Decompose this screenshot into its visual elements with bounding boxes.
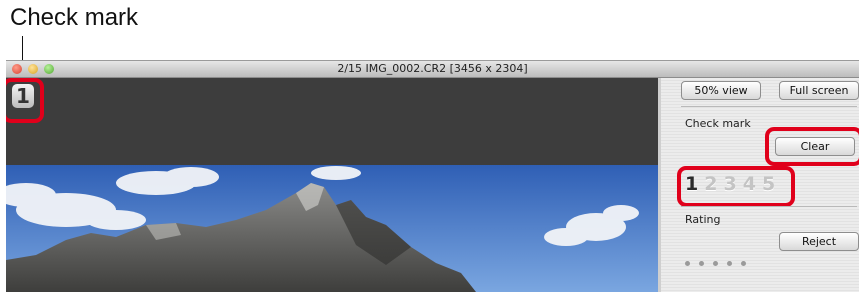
- window-title: 2/15 IMG_0002.CR2 [3456 x 2304]: [337, 62, 528, 75]
- rating-dot-3[interactable]: [713, 261, 718, 266]
- reject-button[interactable]: Reject: [779, 232, 859, 251]
- rating-dot-4[interactable]: [727, 261, 732, 266]
- 50-percent-view-button[interactable]: 50% view: [681, 81, 761, 100]
- highlight-box-clear: [765, 127, 859, 166]
- check-mark-heading: Check mark: [685, 117, 751, 130]
- photo-preview: [6, 165, 658, 292]
- callout-label: Check mark: [10, 4, 139, 31]
- rating-dots: [685, 261, 746, 266]
- mountain-photo: [6, 165, 658, 292]
- rating-heading: Rating: [685, 213, 721, 226]
- rating-dot-5[interactable]: [741, 261, 746, 266]
- divider: [681, 206, 857, 207]
- divider: [681, 106, 857, 107]
- image-viewer-window: 2/15 IMG_0002.CR2 [3456 x 2304] 1 50% vi…: [6, 60, 859, 292]
- rating-dot-2[interactable]: [699, 261, 704, 266]
- highlight-box-marks: [677, 166, 795, 207]
- highlight-box-badge: [6, 78, 44, 123]
- image-display-area[interactable]: 1: [6, 78, 658, 292]
- title-bar[interactable]: 2/15 IMG_0002.CR2 [3456 x 2304]: [6, 61, 859, 78]
- full-screen-button[interactable]: Full screen: [779, 81, 859, 100]
- control-panel: 50% view Full screen Check mark Clear 1 …: [658, 78, 859, 292]
- rating-dot-1[interactable]: [685, 261, 690, 266]
